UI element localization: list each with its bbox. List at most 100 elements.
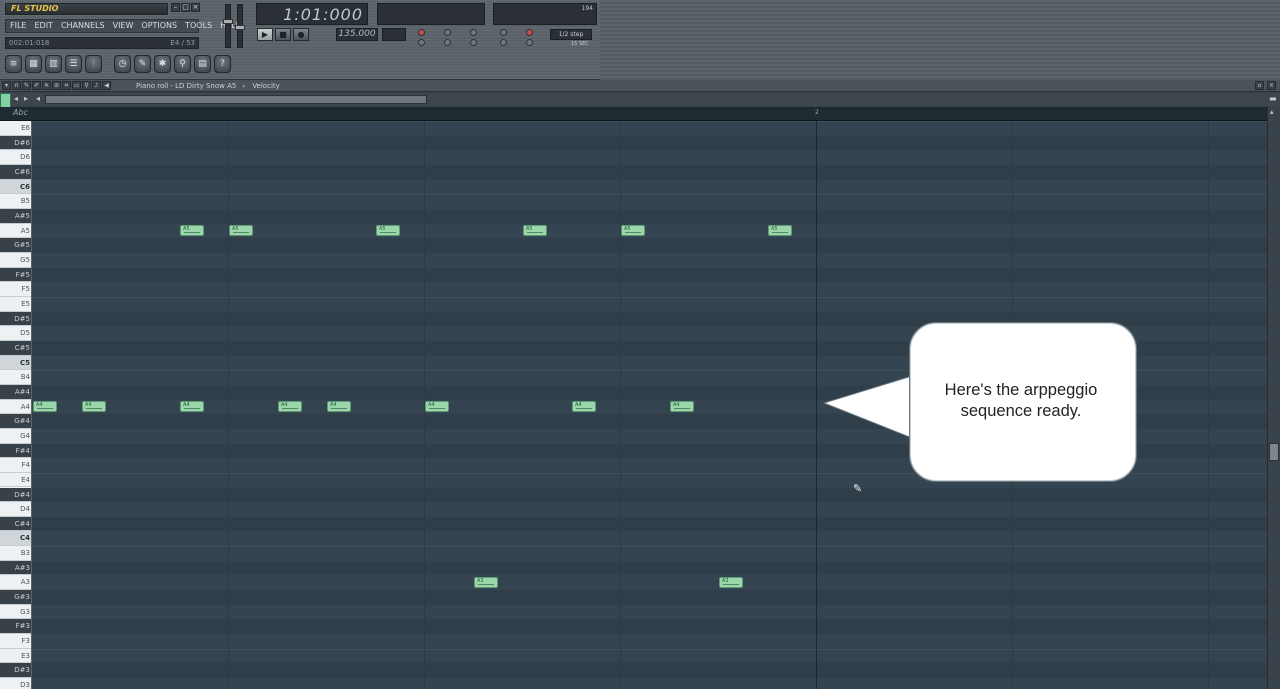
piano-key[interactable]: F5 <box>0 282 31 297</box>
multilink-icon[interactable] <box>526 39 533 46</box>
piano-key[interactable]: G3 <box>0 604 31 620</box>
note-A4[interactable]: A4 <box>82 401 106 413</box>
note-A5[interactable]: A5 <box>376 225 400 237</box>
piano-key[interactable]: G4 <box>0 428 31 444</box>
note-A4[interactable]: A4 <box>572 401 596 413</box>
metronome-icon[interactable] <box>444 29 451 36</box>
menu-view[interactable]: VIEW <box>109 20 138 32</box>
magnet-icon[interactable]: ∩ <box>12 81 21 90</box>
piano-key[interactable]: C4 <box>0 531 31 547</box>
piano-key[interactable]: D5 <box>0 326 31 341</box>
menu-channels[interactable]: CHANNELS <box>57 20 109 32</box>
web-icon[interactable]: ⚲ <box>174 55 191 73</box>
note-A5[interactable]: A5 <box>768 225 792 237</box>
wait-input-icon[interactable] <box>500 39 507 46</box>
piano-key[interactable]: D#3 <box>0 663 31 679</box>
piano-key[interactable]: D6 <box>0 150 31 165</box>
piano-key[interactable]: F4 <box>0 458 31 473</box>
piano-key[interactable]: G5 <box>0 252 31 268</box>
mute-tool-icon[interactable]: ⊘ <box>52 81 61 90</box>
scroll-up-icon[interactable]: ▴ <box>1270 108 1274 116</box>
piano-key[interactable]: F#4 <box>0 443 31 459</box>
piano-key[interactable]: C6 <box>0 179 31 195</box>
plugin-icon[interactable]: ✱ <box>154 55 171 73</box>
note-A5[interactable]: A5 <box>621 225 645 237</box>
pattern-selector[interactable] <box>382 28 406 41</box>
piano-key[interactable]: C5 <box>0 355 31 371</box>
play-button[interactable]: ▶ <box>257 28 273 41</box>
piano-key[interactable]: A3 <box>0 575 31 591</box>
close-icon[interactable]: × <box>191 3 200 12</box>
record-audio-icon[interactable] <box>526 29 533 36</box>
detach-icon[interactable]: ▫ <box>1255 81 1264 90</box>
snap-selector[interactable]: 1/2 step <box>550 29 592 40</box>
tempo-icon[interactable]: ◷ <box>114 55 131 73</box>
piano-key[interactable]: A#4 <box>0 384 31 400</box>
menu-edit[interactable]: EDIT <box>30 20 56 32</box>
piano-key[interactable]: D#6 <box>0 135 31 151</box>
timeline-ruler[interactable]: Abc 2 <box>0 107 1280 121</box>
piano-key[interactable]: F#5 <box>0 267 31 283</box>
stop-button[interactable]: ■ <box>275 28 291 41</box>
piano-key[interactable]: F#3 <box>0 619 31 635</box>
piano-key[interactable]: E6 <box>0 121 31 136</box>
note-A4[interactable]: A4 <box>33 401 57 413</box>
menu-options[interactable]: OPTIONS <box>137 20 181 32</box>
vertical-scrollbar-thumb[interactable] <box>1269 443 1279 461</box>
step-sequencer-icon[interactable]: ▦ <box>25 55 42 73</box>
scroll-right-icon[interactable]: ▸ <box>24 94 28 103</box>
scroll-left-icon[interactable]: ◂ <box>14 94 18 103</box>
piano-key[interactable]: B5 <box>0 194 31 209</box>
note-A3[interactable]: A3 <box>719 576 743 588</box>
piano-key[interactable]: G#5 <box>0 238 31 253</box>
piano-key[interactable]: E4 <box>0 472 31 488</box>
vertical-scrollbar[interactable]: ▴ <box>1267 106 1280 689</box>
note-A4[interactable]: A4 <box>180 401 204 413</box>
menu-file[interactable]: FILE <box>6 20 30 32</box>
channel-settings-icon[interactable]: ✎ <box>134 55 151 73</box>
zoom-tool-icon[interactable]: ⚲ <box>82 81 91 90</box>
note-A3[interactable]: A3 <box>474 576 498 588</box>
zoom-icon[interactable]: ▬ <box>1269 94 1277 103</box>
piano-key[interactable]: A4 <box>0 399 31 415</box>
note-A4[interactable]: A4 <box>327 401 351 413</box>
typing-keyboard-icon[interactable] <box>500 29 507 36</box>
piano-roll-icon[interactable]: ▥ <box>45 55 62 73</box>
piano-key[interactable]: G#3 <box>0 590 31 605</box>
piano-key[interactable]: C#5 <box>0 340 31 356</box>
piano-key[interactable]: C#4 <box>0 516 31 532</box>
piano-key[interactable]: F3 <box>0 634 31 649</box>
master-volume-slider[interactable] <box>223 4 233 48</box>
clipboard-icon[interactable]: ▤ <box>194 55 211 73</box>
piano-key[interactable]: B3 <box>0 546 31 561</box>
piano-key[interactable]: C#6 <box>0 164 31 180</box>
piano-keyboard[interactable]: E6 D#6 D6 C#6 C6 B5 A#5 A5 G#5 G5 F#5 F5 E5 D#5 D5 C#5 C… <box>0 121 32 689</box>
piano-key[interactable]: E3 <box>0 648 31 664</box>
menu-arrow-icon[interactable]: ▾ <box>2 81 11 90</box>
piano-key[interactable]: D4 <box>0 502 31 517</box>
playback-tool-icon[interactable]: ♪ <box>92 81 101 90</box>
event-mode-selector[interactable]: Velocity <box>252 82 279 90</box>
piano-key[interactable]: D#5 <box>0 311 31 327</box>
close-icon[interactable]: × <box>1267 81 1276 90</box>
piano-key[interactable]: A#3 <box>0 560 31 576</box>
note-A4[interactable]: A4 <box>670 401 694 413</box>
step-edit-icon[interactable] <box>444 39 451 46</box>
piano-key[interactable]: G#4 <box>0 414 31 429</box>
horizontal-scrollbar-thumb[interactable] <box>45 95 427 104</box>
playlist-icon[interactable]: ≡ <box>5 55 22 73</box>
tempo-display[interactable]: 135.000 <box>336 28 378 41</box>
slice-tool-icon[interactable]: ⌗ <box>62 81 71 90</box>
master-pitch-slider[interactable] <box>235 4 245 48</box>
blend-notes-icon[interactable] <box>470 29 477 36</box>
browser-icon[interactable]: ☰ <box>65 55 82 73</box>
piano-key[interactable]: D3 <box>0 678 31 689</box>
record-button[interactable]: ● <box>293 28 309 41</box>
draw-tool-icon[interactable]: ✎ <box>22 81 31 90</box>
minimize-icon[interactable]: – <box>171 3 180 12</box>
piano-key[interactable]: A5 <box>0 223 31 239</box>
countdown-icon[interactable] <box>418 39 425 46</box>
note-A5[interactable]: A5 <box>229 225 253 237</box>
speaker-icon[interactable]: ◀ <box>102 81 111 90</box>
scroll-left-icon[interactable]: ◂ <box>36 94 40 103</box>
